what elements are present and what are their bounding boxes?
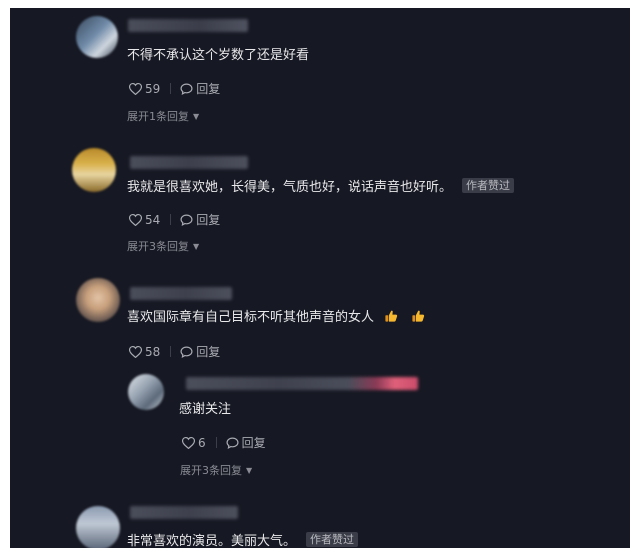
heart-icon: [129, 345, 142, 358]
divider: [170, 346, 172, 357]
comment-bubble-icon: [226, 437, 239, 449]
username-blurred[interactable]: [130, 506, 238, 519]
reply-button[interactable]: 回复: [226, 434, 266, 451]
comment-list[interactable]: 不得不承认这个岁数了还是好看 59 回复 展开1条回复 ▼ 我就是很喜欢她，长得美…: [10, 8, 630, 548]
author-liked-badge: 作者赞过: [462, 178, 515, 193]
divider: [170, 83, 172, 94]
divider: [215, 437, 217, 448]
like-count: 59: [145, 81, 161, 96]
chevron-down-icon: ▼: [246, 466, 253, 475]
avatar[interactable]: [72, 148, 116, 192]
like-button[interactable]: 54: [129, 213, 160, 227]
comment-text: 不得不承认这个岁数了还是好看: [127, 48, 310, 63]
like-count: 54: [145, 212, 161, 227]
reply-label: 回复: [241, 436, 266, 450]
reply-button[interactable]: 回复: [180, 80, 220, 97]
heart-icon: [129, 82, 142, 95]
comment-text: 喜欢国际章有自己目标不听其他声音的女人: [127, 309, 425, 327]
expand-replies-label: 展开3条回复: [180, 464, 242, 477]
like-button[interactable]: 59: [129, 82, 160, 96]
comment-text: 我就是很喜欢她，长得美，气质也好，说话声音也好听。 作者赞过: [127, 178, 515, 197]
thumbs-up-icon: [412, 310, 425, 322]
avatar[interactable]: [128, 374, 164, 410]
comment-bubble-icon: [180, 83, 193, 95]
avatar[interactable]: [76, 16, 118, 58]
reply-label: 回复: [196, 345, 221, 359]
reply-label: 回复: [196, 82, 221, 96]
reply-button[interactable]: 回复: [180, 211, 220, 228]
comment-actions: 54 回复: [129, 211, 220, 228]
expand-replies-label: 展开1条回复: [127, 110, 189, 123]
reply-text: 感谢关注: [179, 402, 232, 417]
author-liked-badge: 作者赞过: [306, 532, 359, 547]
heart-icon: [182, 436, 195, 449]
expand-replies-button[interactable]: 展开3条回复 ▼: [127, 238, 199, 254]
thumbs-up-icon: [385, 310, 398, 322]
reply-actions: 6 回复: [182, 434, 266, 451]
username-blurred[interactable]: [130, 287, 232, 300]
comment-actions: 58 回复: [129, 343, 220, 360]
comment-bubble-icon: [180, 214, 193, 226]
like-button[interactable]: 58: [129, 345, 160, 359]
like-button[interactable]: 6: [182, 436, 206, 450]
comment-actions: 59 回复: [129, 80, 220, 97]
avatar[interactable]: [76, 506, 120, 548]
divider: [170, 214, 172, 225]
comment-text-content: 喜欢国际章有自己目标不听其他声音的女人: [127, 310, 375, 325]
like-count: 58: [145, 344, 161, 359]
chevron-down-icon: ▼: [193, 242, 200, 251]
comment-bubble-icon: [180, 346, 193, 358]
heart-icon: [129, 213, 142, 226]
reply-label: 回复: [196, 213, 221, 227]
chevron-down-icon: ▼: [193, 112, 200, 121]
comment-text-content: 我就是很喜欢她，长得美，气质也好，说话声音也好听。: [127, 180, 453, 195]
expand-replies-label: 展开3条回复: [127, 240, 189, 253]
reply-button[interactable]: 回复: [180, 343, 220, 360]
comment-text-content: 非常喜欢的演员。美丽大气。: [127, 534, 297, 548]
expand-replies-button[interactable]: 展开3条回复 ▼: [180, 462, 252, 478]
expand-replies-button[interactable]: 展开1条回复 ▼: [127, 108, 199, 124]
comment-text: 非常喜欢的演员。美丽大气。 作者赞过: [127, 532, 359, 548]
avatar[interactable]: [76, 278, 120, 322]
like-count: 6: [198, 435, 206, 450]
username-blurred[interactable]: [130, 156, 248, 169]
username-blurred[interactable]: [128, 19, 248, 32]
username-blurred[interactable]: [186, 377, 418, 390]
